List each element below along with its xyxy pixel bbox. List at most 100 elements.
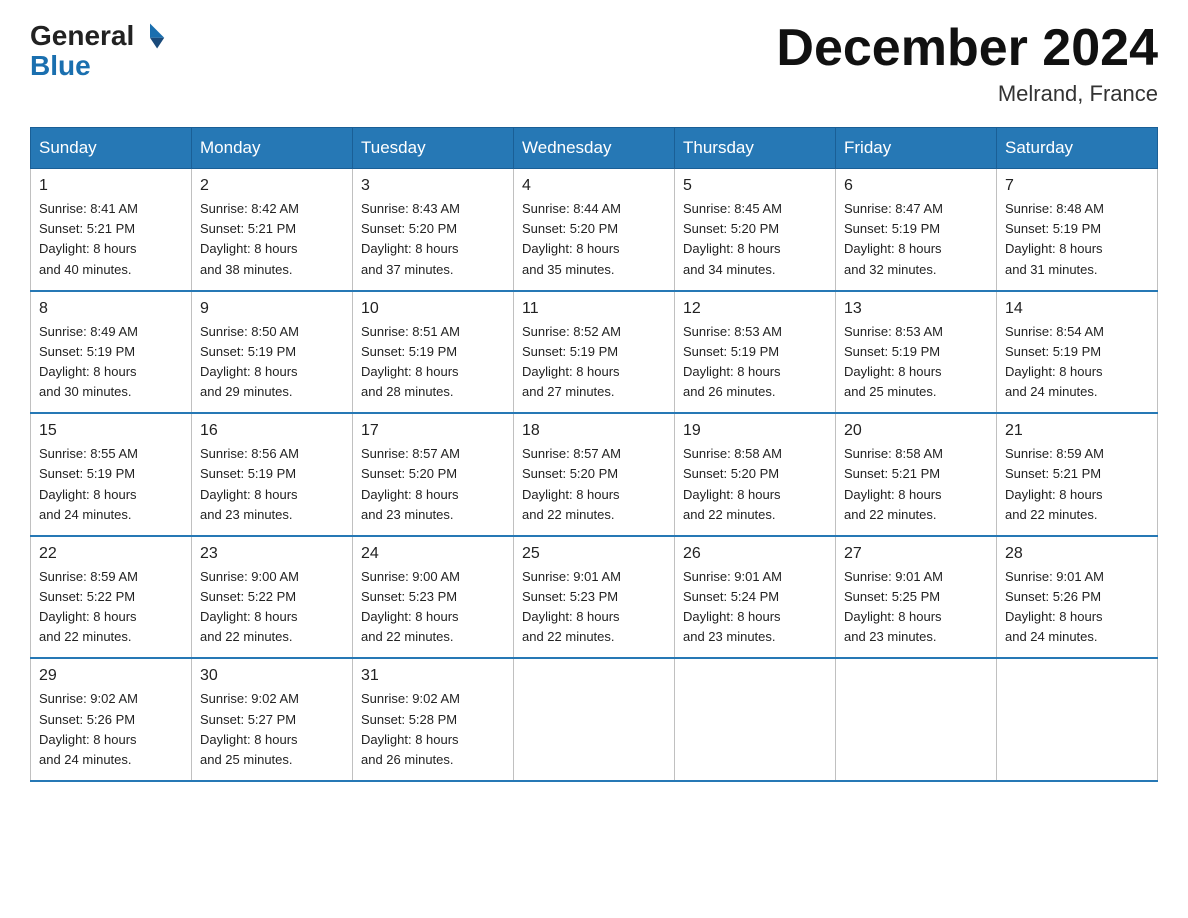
day-cell: 5 Sunrise: 8:45 AM Sunset: 5:20 PM Daylig… bbox=[675, 169, 836, 291]
day-number: 9 bbox=[200, 300, 344, 318]
day-info: Sunrise: 8:53 AM Sunset: 5:19 PM Dayligh… bbox=[844, 322, 988, 403]
day-cell bbox=[514, 658, 675, 781]
header-wednesday: Wednesday bbox=[514, 128, 675, 169]
day-cell: 11 Sunrise: 8:52 AM Sunset: 5:19 PM Dayli… bbox=[514, 291, 675, 414]
day-cell: 22 Sunrise: 8:59 AM Sunset: 5:22 PM Dayli… bbox=[31, 536, 192, 659]
day-info: Sunrise: 8:50 AM Sunset: 5:19 PM Dayligh… bbox=[200, 322, 344, 403]
day-cell: 15 Sunrise: 8:55 AM Sunset: 5:19 PM Dayli… bbox=[31, 413, 192, 536]
header-thursday: Thursday bbox=[675, 128, 836, 169]
day-cell: 27 Sunrise: 9:01 AM Sunset: 5:25 PM Dayli… bbox=[836, 536, 997, 659]
day-info: Sunrise: 8:57 AM Sunset: 5:20 PM Dayligh… bbox=[361, 444, 505, 525]
day-info: Sunrise: 9:01 AM Sunset: 5:24 PM Dayligh… bbox=[683, 567, 827, 648]
day-info: Sunrise: 8:57 AM Sunset: 5:20 PM Dayligh… bbox=[522, 444, 666, 525]
day-number: 20 bbox=[844, 422, 988, 440]
week-row-4: 22 Sunrise: 8:59 AM Sunset: 5:22 PM Dayli… bbox=[31, 536, 1158, 659]
day-number: 1 bbox=[39, 177, 183, 195]
day-cell: 25 Sunrise: 9:01 AM Sunset: 5:23 PM Dayli… bbox=[514, 536, 675, 659]
day-number: 24 bbox=[361, 545, 505, 563]
day-cell: 1Sunrise: 8:41 AM Sunset: 5:21 PM Daylig… bbox=[31, 169, 192, 291]
day-info: Sunrise: 8:43 AM Sunset: 5:20 PM Dayligh… bbox=[361, 199, 505, 280]
day-number: 28 bbox=[1005, 545, 1149, 563]
day-cell: 6 Sunrise: 8:47 AM Sunset: 5:19 PM Daylig… bbox=[836, 169, 997, 291]
day-info: Sunrise: 9:01 AM Sunset: 5:23 PM Dayligh… bbox=[522, 567, 666, 648]
day-info: Sunrise: 9:01 AM Sunset: 5:25 PM Dayligh… bbox=[844, 567, 988, 648]
day-cell: 20 Sunrise: 8:58 AM Sunset: 5:21 PM Dayli… bbox=[836, 413, 997, 536]
day-number: 25 bbox=[522, 545, 666, 563]
day-info: Sunrise: 9:02 AM Sunset: 5:28 PM Dayligh… bbox=[361, 689, 505, 770]
logo-icon bbox=[134, 20, 166, 52]
day-info: Sunrise: 9:02 AM Sunset: 5:27 PM Dayligh… bbox=[200, 689, 344, 770]
header-saturday: Saturday bbox=[997, 128, 1158, 169]
day-number: 12 bbox=[683, 300, 827, 318]
day-info: Sunrise: 9:00 AM Sunset: 5:23 PM Dayligh… bbox=[361, 567, 505, 648]
header-sunday: Sunday bbox=[31, 128, 192, 169]
day-number: 7 bbox=[1005, 177, 1149, 195]
day-cell: 8 Sunrise: 8:49 AM Sunset: 5:19 PM Daylig… bbox=[31, 291, 192, 414]
day-number: 2 bbox=[200, 177, 344, 195]
day-info: Sunrise: 8:48 AM Sunset: 5:19 PM Dayligh… bbox=[1005, 199, 1149, 280]
day-info: Sunrise: 8:58 AM Sunset: 5:20 PM Dayligh… bbox=[683, 444, 827, 525]
day-number: 17 bbox=[361, 422, 505, 440]
day-cell: 21Sunrise: 8:59 AM Sunset: 5:21 PM Dayli… bbox=[997, 413, 1158, 536]
day-number: 31 bbox=[361, 667, 505, 685]
day-number: 15 bbox=[39, 422, 183, 440]
day-cell: 3 Sunrise: 8:43 AM Sunset: 5:20 PM Daylig… bbox=[353, 169, 514, 291]
month-title: December 2024 bbox=[776, 20, 1158, 77]
day-number: 16 bbox=[200, 422, 344, 440]
day-info: Sunrise: 8:42 AM Sunset: 5:21 PM Dayligh… bbox=[200, 199, 344, 280]
day-cell: 16Sunrise: 8:56 AM Sunset: 5:19 PM Dayli… bbox=[192, 413, 353, 536]
day-number: 8 bbox=[39, 300, 183, 318]
day-number: 19 bbox=[683, 422, 827, 440]
day-cell bbox=[997, 658, 1158, 781]
day-number: 4 bbox=[522, 177, 666, 195]
day-cell: 23 Sunrise: 9:00 AM Sunset: 5:22 PM Dayli… bbox=[192, 536, 353, 659]
location: Melrand, France bbox=[776, 81, 1158, 107]
header-row: SundayMondayTuesdayWednesdayThursdayFrid… bbox=[31, 128, 1158, 169]
day-cell: 10Sunrise: 8:51 AM Sunset: 5:19 PM Dayli… bbox=[353, 291, 514, 414]
day-info: Sunrise: 8:53 AM Sunset: 5:19 PM Dayligh… bbox=[683, 322, 827, 403]
day-cell: 7 Sunrise: 8:48 AM Sunset: 5:19 PM Daylig… bbox=[997, 169, 1158, 291]
day-cell: 31 Sunrise: 9:02 AM Sunset: 5:28 PM Dayli… bbox=[353, 658, 514, 781]
week-row-3: 15 Sunrise: 8:55 AM Sunset: 5:19 PM Dayli… bbox=[31, 413, 1158, 536]
day-number: 26 bbox=[683, 545, 827, 563]
logo-blue: Blue bbox=[30, 52, 91, 80]
day-cell: 13 Sunrise: 8:53 AM Sunset: 5:19 PM Dayli… bbox=[836, 291, 997, 414]
logo-general: General bbox=[30, 22, 134, 50]
day-info: Sunrise: 8:54 AM Sunset: 5:19 PM Dayligh… bbox=[1005, 322, 1149, 403]
day-number: 23 bbox=[200, 545, 344, 563]
week-row-1: 1Sunrise: 8:41 AM Sunset: 5:21 PM Daylig… bbox=[31, 169, 1158, 291]
day-cell: 17 Sunrise: 8:57 AM Sunset: 5:20 PM Dayli… bbox=[353, 413, 514, 536]
day-info: Sunrise: 8:47 AM Sunset: 5:19 PM Dayligh… bbox=[844, 199, 988, 280]
calendar-table: SundayMondayTuesdayWednesdayThursdayFrid… bbox=[30, 127, 1158, 782]
day-info: Sunrise: 9:01 AM Sunset: 5:26 PM Dayligh… bbox=[1005, 567, 1149, 648]
day-cell bbox=[836, 658, 997, 781]
title-block: December 2024 Melrand, France bbox=[776, 20, 1158, 107]
day-number: 3 bbox=[361, 177, 505, 195]
day-cell: 12 Sunrise: 8:53 AM Sunset: 5:19 PM Dayli… bbox=[675, 291, 836, 414]
week-row-5: 29Sunrise: 9:02 AM Sunset: 5:26 PM Dayli… bbox=[31, 658, 1158, 781]
day-info: Sunrise: 8:55 AM Sunset: 5:19 PM Dayligh… bbox=[39, 444, 183, 525]
day-cell: 4Sunrise: 8:44 AM Sunset: 5:20 PM Daylig… bbox=[514, 169, 675, 291]
day-number: 30 bbox=[200, 667, 344, 685]
header-monday: Monday bbox=[192, 128, 353, 169]
day-number: 6 bbox=[844, 177, 988, 195]
day-cell: 14Sunrise: 8:54 AM Sunset: 5:19 PM Dayli… bbox=[997, 291, 1158, 414]
day-info: Sunrise: 8:58 AM Sunset: 5:21 PM Dayligh… bbox=[844, 444, 988, 525]
day-number: 27 bbox=[844, 545, 988, 563]
day-cell: 30 Sunrise: 9:02 AM Sunset: 5:27 PM Dayli… bbox=[192, 658, 353, 781]
header-tuesday: Tuesday bbox=[353, 128, 514, 169]
day-cell: 18 Sunrise: 8:57 AM Sunset: 5:20 PM Dayli… bbox=[514, 413, 675, 536]
day-info: Sunrise: 8:49 AM Sunset: 5:19 PM Dayligh… bbox=[39, 322, 183, 403]
day-number: 13 bbox=[844, 300, 988, 318]
day-cell: 29Sunrise: 9:02 AM Sunset: 5:26 PM Dayli… bbox=[31, 658, 192, 781]
day-number: 11 bbox=[522, 300, 666, 318]
day-number: 5 bbox=[683, 177, 827, 195]
logo: General Blue bbox=[30, 20, 166, 80]
day-info: Sunrise: 8:45 AM Sunset: 5:20 PM Dayligh… bbox=[683, 199, 827, 280]
day-number: 18 bbox=[522, 422, 666, 440]
day-info: Sunrise: 8:59 AM Sunset: 5:22 PM Dayligh… bbox=[39, 567, 183, 648]
day-number: 22 bbox=[39, 545, 183, 563]
day-info: Sunrise: 9:00 AM Sunset: 5:22 PM Dayligh… bbox=[200, 567, 344, 648]
day-number: 21 bbox=[1005, 422, 1149, 440]
day-info: Sunrise: 8:52 AM Sunset: 5:19 PM Dayligh… bbox=[522, 322, 666, 403]
